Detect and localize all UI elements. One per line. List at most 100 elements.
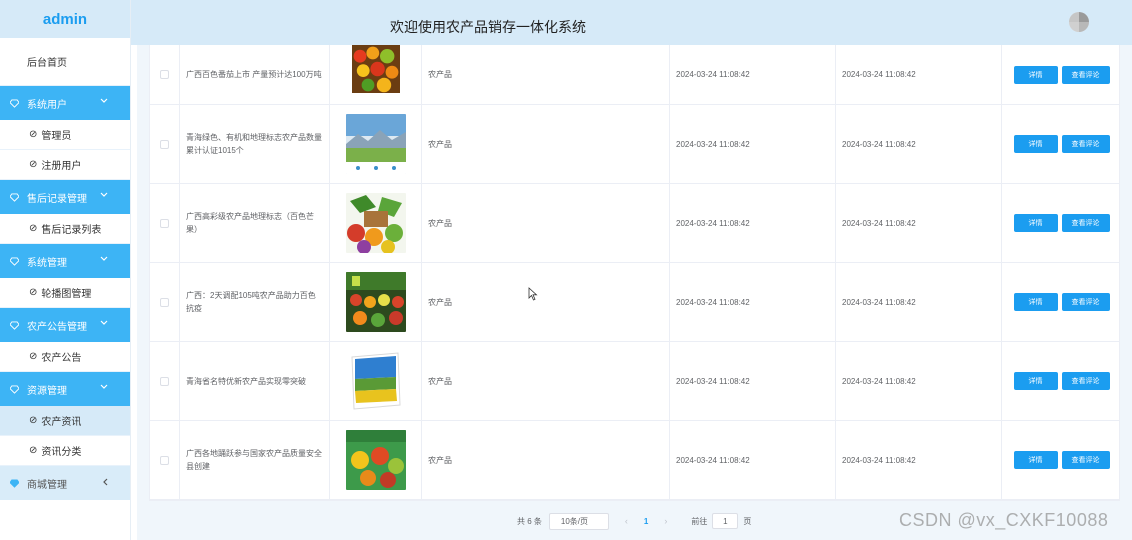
goto-page-value: 1 <box>723 516 728 526</box>
sidebar-item-admin[interactable]: ⊘ 管理员 <box>0 120 130 150</box>
detail-button[interactable]: 详情 <box>1013 372 1058 390</box>
menu-group-label: 商城管理 <box>27 479 67 491</box>
row-category: 农产品 <box>422 45 670 104</box>
row-update-time: 2024-03-24 11:08:42 <box>836 105 1002 183</box>
table-row: 青海绿色、有机和地理标志农产品数量累计认证1015个 农产品 2024-03-2… <box>150 105 1119 184</box>
menu-group-resources[interactable]: 资源管理 <box>0 372 130 406</box>
view-comments-button[interactable]: 查看评论 <box>1061 372 1110 390</box>
view-comments-button[interactable]: 查看评论 <box>1061 293 1110 311</box>
news-thumbnail <box>345 351 406 411</box>
row-title: 青海绿色、有机和地理标志农产品数量累计认证1015个 <box>180 105 330 183</box>
detail-button[interactable]: 详情 <box>1013 65 1058 84</box>
row-update-time: 2024-03-24 11:08:42 <box>836 45 1002 104</box>
row-title: 广西各地踊跃参与国家农产品质量安全县创建 <box>180 421 330 499</box>
row-checkbox[interactable] <box>160 70 169 79</box>
check-circle-icon: ⊘ <box>29 415 38 426</box>
row-create-time: 2024-03-24 11:08:42 <box>670 421 836 499</box>
sidebar-logo: admin <box>0 0 130 38</box>
diamond-icon <box>10 256 19 266</box>
sidebar-item-label: 农产公告 <box>41 353 82 364</box>
menu-group-announcements[interactable]: 农产公告管理 <box>0 308 130 342</box>
detail-button[interactable]: 详情 <box>1013 293 1058 311</box>
diamond-icon <box>10 98 19 108</box>
row-create-time: 2024-03-24 11:08:42 <box>670 342 836 420</box>
sidebar-item-label: 轮播图管理 <box>41 289 92 300</box>
row-checkbox[interactable] <box>160 218 169 228</box>
row-update-time: 2024-03-24 11:08:42 <box>836 263 1002 341</box>
row-category: 农产品 <box>422 263 670 341</box>
sidebar-item-news-category[interactable]: ⊘ 资讯分类 <box>0 436 130 466</box>
check-circle-icon: ⊘ <box>29 351 38 362</box>
check-circle-icon: ⊘ <box>29 159 38 170</box>
check-circle-icon: ⊘ <box>29 223 38 234</box>
pagination: 共 6 条 10条/页 ‹ 1 › 前往 1 页 <box>517 512 751 530</box>
row-title: 青海省名特优新农产品实现零突破 <box>180 342 330 420</box>
sidebar-item-after-sales-list[interactable]: ⊘ 售后记录列表 <box>0 214 130 244</box>
check-circle-icon: ⊘ <box>29 445 38 456</box>
menu-group-mall[interactable]: 商城管理 <box>0 466 130 500</box>
row-create-time: 2024-03-24 11:08:42 <box>670 263 836 341</box>
sidebar-item-carousel[interactable]: ⊘ 轮播图管理 <box>0 278 130 308</box>
sidebar-item-news[interactable]: ⊘ 农产资讯 <box>0 406 130 436</box>
sidebar-item-label: 资讯分类 <box>41 447 82 458</box>
check-circle-icon: ⊘ <box>29 287 38 298</box>
table-row: 广西百色番茄上市 产量预计达100万吨 农产品 2024-03-24 11:08… <box>150 44 1119 105</box>
goto-label: 前往 <box>691 516 708 526</box>
chevron-down-icon <box>100 256 108 261</box>
row-update-time: 2024-03-24 11:08:42 <box>836 421 1002 499</box>
news-thumbnail <box>351 44 400 93</box>
sidebar-item-registered-users[interactable]: ⊘ 注册用户 <box>0 150 130 180</box>
table-row: 广西高彩级农产品地理标志（百色芒果） 农产品 2024-03-24 11:08:… <box>150 184 1119 263</box>
row-checkbox[interactable] <box>160 376 169 386</box>
menu-group-system-users[interactable]: 系统用户 <box>0 86 130 120</box>
detail-button[interactable]: 详情 <box>1013 214 1058 232</box>
chevron-down-icon <box>100 384 108 389</box>
diamond-icon <box>10 384 19 394</box>
diamond-icon <box>10 192 19 202</box>
menu-group-system-management[interactable]: 系统管理 <box>0 244 130 278</box>
sidebar-item-announcement[interactable]: ⊘ 农产公告 <box>0 342 130 372</box>
menu-group-after-sales[interactable]: 售后记录管理 <box>0 180 130 214</box>
detail-button[interactable]: 详情 <box>1013 451 1058 469</box>
row-update-time: 2024-03-24 11:08:42 <box>836 184 1002 262</box>
row-title: 广西：2天调配105吨农产品助力百色抗疫 <box>180 263 330 341</box>
table-row: 广西各地踊跃参与国家农产品质量安全县创建 农产品 2024-03-24 11:0… <box>150 421 1119 500</box>
sidebar-item-label: 注册用户 <box>41 161 82 172</box>
page-title: 欢迎使用农产品销存一体化系统 <box>390 19 586 35</box>
row-category: 农产品 <box>422 184 670 262</box>
next-page-button[interactable]: › <box>664 516 667 526</box>
sidebar-item-home[interactable]: 后台首页 <box>0 38 130 86</box>
view-comments-button[interactable]: 查看评论 <box>1061 451 1110 469</box>
diamond-icon <box>10 320 19 330</box>
page-number-1[interactable]: 1 <box>644 517 648 526</box>
row-checkbox[interactable] <box>160 139 169 149</box>
goto-suffix: 页 <box>743 516 752 526</box>
prev-page-button[interactable]: ‹ <box>625 516 628 526</box>
row-create-time: 2024-03-24 11:08:42 <box>670 45 836 104</box>
watermark: CSDN @vx_CXKF10088 <box>899 510 1109 530</box>
chevron-down-icon <box>100 320 108 325</box>
goto-page-input[interactable]: 1 <box>712 513 739 529</box>
top-bar: 欢迎使用农产品销存一体化系统 <box>131 0 1132 45</box>
view-comments-button[interactable]: 查看评论 <box>1061 135 1110 153</box>
sidebar-item-label: 农产资讯 <box>41 417 82 428</box>
row-checkbox[interactable] <box>160 297 169 307</box>
menu-group-label: 系统用户 <box>27 99 67 111</box>
pagination-total: 共 6 条 <box>517 516 542 526</box>
menu-group-label: 售后记录管理 <box>27 193 87 205</box>
menu-group-label: 资源管理 <box>27 385 67 397</box>
detail-button[interactable]: 详情 <box>1013 135 1058 153</box>
row-title: 广西高彩级农产品地理标志（百色芒果） <box>180 184 330 262</box>
row-checkbox[interactable] <box>160 455 169 465</box>
page-size-select[interactable]: 10条/页 <box>548 512 609 530</box>
diamond-icon <box>10 478 19 488</box>
news-thumbnail <box>345 430 406 490</box>
check-circle-icon: ⊘ <box>29 129 38 140</box>
view-comments-button[interactable]: 查看评论 <box>1061 65 1110 84</box>
sidebar-item-label: 管理员 <box>41 131 72 142</box>
row-category: 农产品 <box>422 421 670 499</box>
view-comments-button[interactable]: 查看评论 <box>1061 214 1110 232</box>
chevron-down-icon <box>100 192 108 197</box>
sidebar: admin 后台首页 系统用户 ⊘ 管理员 ⊘ 注册用户 售后记录管理 ⊘ 售后… <box>0 0 131 540</box>
table-row: 广西：2天调配105吨农产品助力百色抗疫 农产品 2024-03-24 11:0… <box>150 263 1119 342</box>
